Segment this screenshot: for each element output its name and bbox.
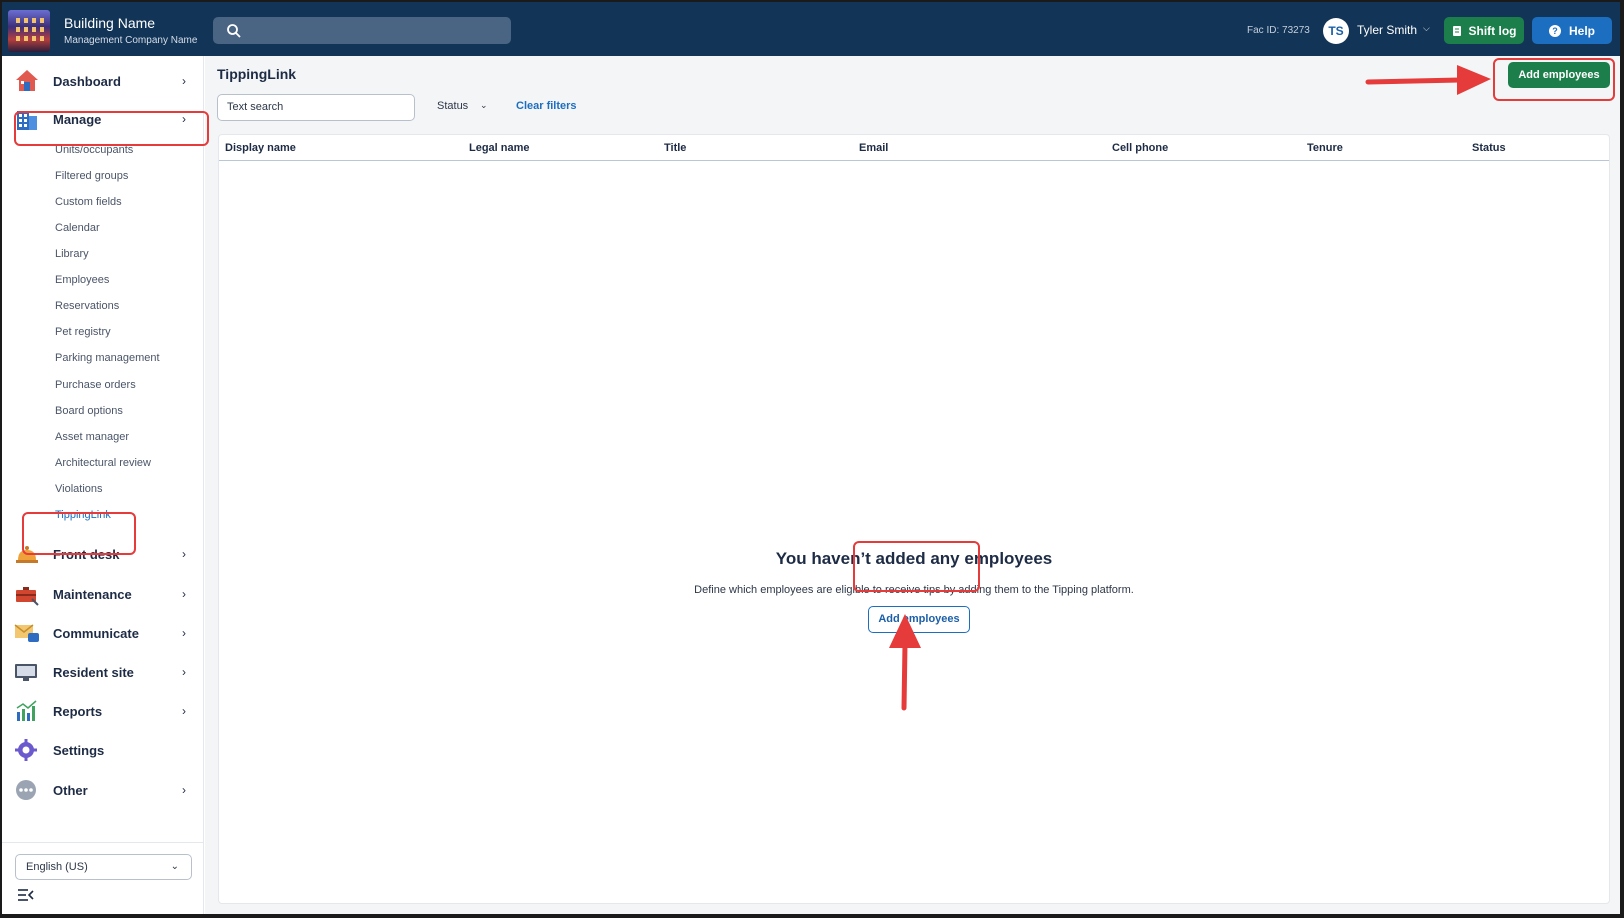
sidebar-subitem-board-options[interactable]: Board options	[55, 405, 123, 417]
sidebar-subitem-custom-fields[interactable]: Custom fields	[55, 196, 122, 208]
facility-id: Fac ID: 73273	[1247, 25, 1310, 36]
highlight-add-employees-center	[853, 541, 980, 592]
avatar[interactable]: TS	[1323, 18, 1349, 44]
sidebar-item-settings[interactable]: Settings	[2, 732, 204, 768]
sidebar-subitem-architectural-review[interactable]: Architectural review	[55, 457, 151, 469]
sidebar-item-communicate[interactable]: Communicate ›	[2, 615, 204, 651]
sidebar-item-dashboard[interactable]: Dashboard ›	[2, 63, 204, 99]
main-content: TippingLink Text search Status ⌄ Clear f…	[205, 56, 1620, 914]
highlight-tippinglink	[22, 512, 136, 555]
column-header-status[interactable]: Status	[1472, 142, 1506, 154]
sidebar-subitem-employees[interactable]: Employees	[55, 274, 109, 286]
company-name: Management Company Name	[64, 35, 198, 46]
sidebar-subitem-library[interactable]: Library	[55, 248, 89, 260]
sidebar-item-other[interactable]: Other ›	[2, 772, 204, 808]
chevron-down-icon[interactable]: ⌵	[1423, 23, 1430, 34]
page-title: TippingLink	[217, 66, 297, 82]
column-header-legal-name[interactable]: Legal name	[469, 142, 530, 154]
sidebar-item-resident-site[interactable]: Resident site ›	[2, 654, 204, 690]
sidebar-item-label: Resident site	[53, 664, 134, 680]
column-header-title[interactable]: Title	[664, 142, 686, 154]
chevron-down-icon[interactable]: ⌄	[480, 100, 488, 111]
sidebar-item-reports[interactable]: Reports ›	[2, 693, 204, 729]
sidebar-item-label: Reports	[53, 703, 103, 719]
help-button[interactable]: ? Help	[1532, 17, 1612, 44]
sidebar-item-label: Settings	[53, 742, 105, 758]
collapse-sidebar-icon[interactable]	[17, 888, 35, 902]
chevron-down-icon: ⌄	[170, 861, 179, 872]
sidebar-subitem-calendar[interactable]: Calendar	[55, 222, 100, 234]
global-search[interactable]	[213, 17, 511, 44]
sidebar-item-label: Communicate	[53, 625, 139, 641]
sidebar-item-maintenance[interactable]: Maintenance ›	[2, 576, 204, 612]
more-icon	[16, 780, 36, 800]
chevron-right-icon: ›	[182, 626, 186, 640]
sidebar-subitem-reservations[interactable]: Reservations	[55, 300, 119, 312]
chevron-right-icon: ›	[182, 587, 186, 601]
house-icon	[16, 70, 38, 91]
sidebar-subitem-purchase-orders[interactable]: Purchase orders	[55, 379, 136, 391]
sidebar-subitem-parking-management[interactable]: Parking management	[55, 352, 160, 364]
user-menu-name[interactable]: Tyler Smith	[1357, 23, 1417, 37]
monitor-icon	[15, 664, 37, 681]
status-filter[interactable]: Status	[437, 100, 468, 112]
search-icon	[227, 24, 241, 38]
highlight-manage	[14, 111, 209, 146]
building-logo[interactable]	[8, 10, 50, 52]
language-value: English (US)	[26, 861, 88, 873]
sidebar-item-label: Maintenance	[53, 586, 132, 602]
column-header-display-name[interactable]: Display name	[225, 142, 296, 154]
notebook-icon	[1452, 25, 1461, 36]
chevron-right-icon: ›	[182, 783, 186, 797]
arrow-up-icon	[889, 614, 921, 711]
chevron-right-icon: ›	[182, 74, 186, 88]
chart-icon	[16, 700, 37, 721]
column-header-cell-phone[interactable]: Cell phone	[1112, 142, 1168, 154]
column-header-email[interactable]: Email	[859, 142, 888, 154]
table-header: Display name Legal name Title Email Cell…	[219, 135, 1609, 161]
clear-filters-link[interactable]: Clear filters	[516, 100, 577, 112]
shift-log-label: Shift log	[1468, 23, 1517, 38]
help-label: Help	[1568, 23, 1595, 38]
chevron-right-icon: ›	[182, 665, 186, 679]
sidebar-subitem-violations[interactable]: Violations	[55, 483, 103, 495]
top-bar: Building Name Management Company Name Fa…	[2, 2, 1620, 56]
sidebar-item-label: Dashboard	[53, 73, 121, 89]
shift-log-button[interactable]: Shift log	[1444, 17, 1524, 44]
sidebar-subitem-filtered-groups[interactable]: Filtered groups	[55, 170, 128, 182]
sidebar-subitem-asset-manager[interactable]: Asset manager	[55, 431, 129, 443]
envelope-chat-icon	[14, 624, 39, 642]
sidebar-item-label: Other	[53, 782, 88, 798]
chevron-right-icon: ›	[182, 704, 186, 718]
arrow-right-icon	[1365, 65, 1491, 95]
toolbox-icon	[16, 587, 39, 606]
text-search-input[interactable]: Text search	[217, 94, 415, 121]
column-header-tenure[interactable]: Tenure	[1307, 142, 1343, 154]
building-name: Building Name	[64, 15, 156, 31]
sidebar-divider	[2, 842, 204, 843]
gear-icon	[15, 739, 37, 761]
chevron-right-icon: ›	[182, 547, 186, 561]
language-select[interactable]: English (US) ⌄	[15, 854, 192, 880]
sidebar-subitem-pet-registry[interactable]: Pet registry	[55, 326, 111, 338]
sidebar: Dashboard › Manage › Units/occupants Fil…	[2, 56, 204, 914]
employees-table: Display name Legal name Title Email Cell…	[218, 134, 1610, 904]
help-icon: ?	[1548, 24, 1561, 37]
highlight-add-employees-top	[1493, 58, 1615, 101]
